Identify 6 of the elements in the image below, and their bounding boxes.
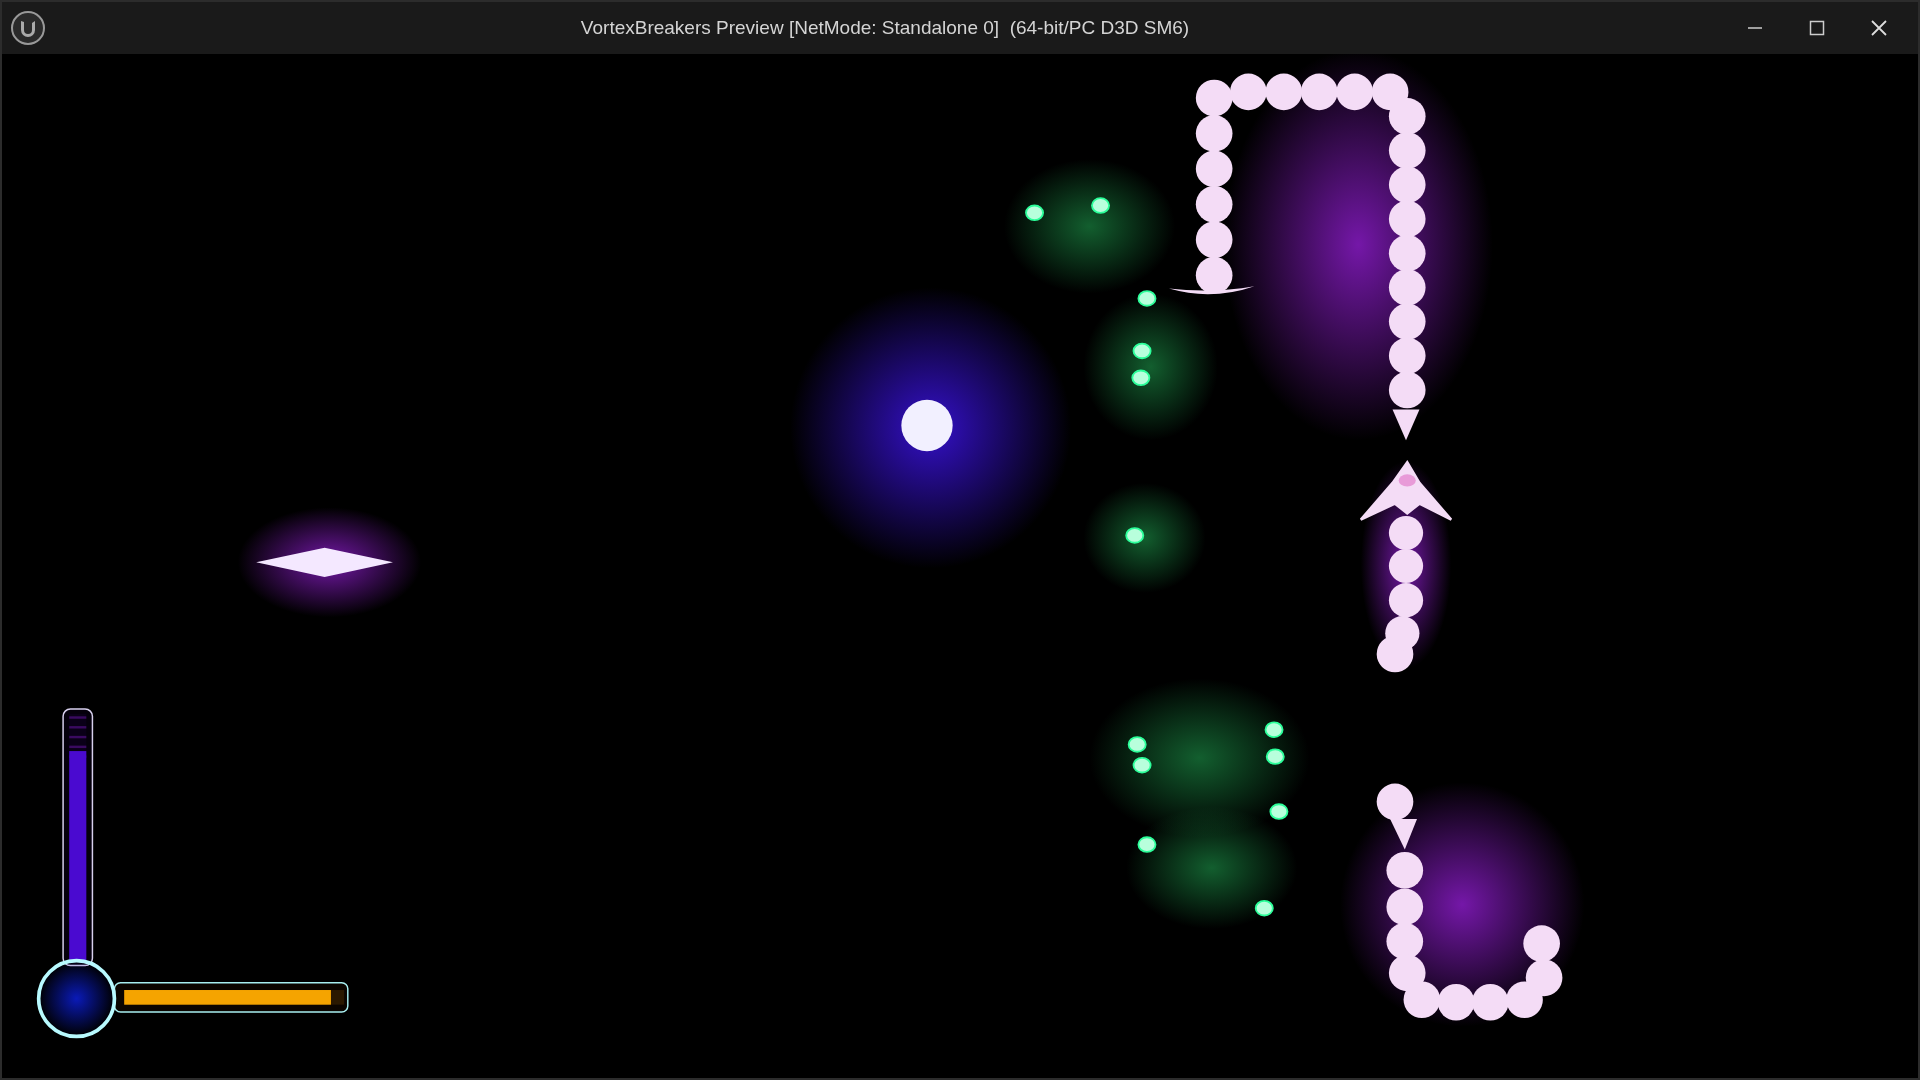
orb-icon	[36, 958, 117, 1039]
logo-icon	[10, 10, 46, 46]
maximize-icon	[1809, 20, 1825, 36]
minimize-icon	[1747, 27, 1763, 29]
window-title: VortexBreakers Preview [NetMode: Standalone 0] (64-bit/PC D3D SM6)	[580, 16, 1190, 38]
close-icon	[1870, 19, 1888, 37]
